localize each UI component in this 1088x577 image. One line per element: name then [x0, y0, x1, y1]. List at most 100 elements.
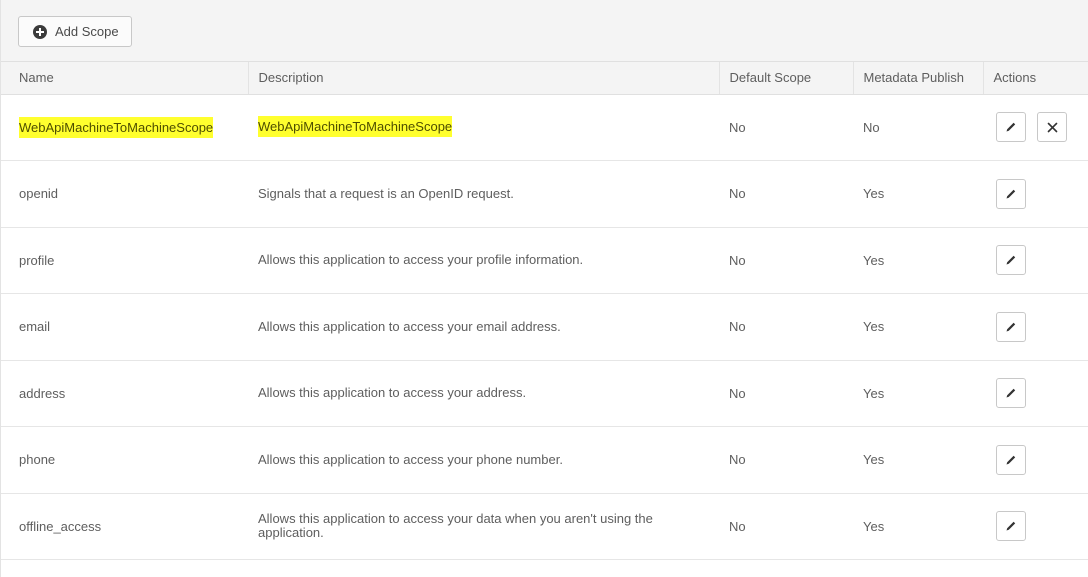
- default-scope-value-text: No: [729, 119, 746, 135]
- add-scope-label: Add Scope: [55, 24, 119, 39]
- pencil-icon: [1005, 520, 1017, 532]
- edit-scope-button[interactable]: [996, 511, 1026, 542]
- scope-description: Allows this application to access your d…: [248, 493, 719, 560]
- actions-group: [996, 311, 1088, 342]
- default-scope-value: No: [719, 160, 853, 228]
- metadata-publish-value-text: Yes: [863, 452, 885, 468]
- pencil-icon: [1005, 387, 1017, 399]
- plus-circle-icon: [33, 24, 47, 39]
- scope-name: address: [1, 360, 248, 427]
- metadata-publish-value: Yes: [853, 360, 983, 427]
- default-scope-value-text: No: [729, 186, 746, 202]
- default-scope-value: No: [719, 227, 853, 294]
- table-row: email Allows this application to access y…: [1, 293, 1088, 361]
- default-scope-value: No: [719, 293, 853, 361]
- column-header-actions: Actions: [983, 62, 1088, 95]
- scope-description: WebApiMachineToMachineScope: [248, 94, 719, 161]
- scope-description-text: Allows this application to access your e…: [258, 318, 561, 334]
- metadata-publish-value-text: Yes: [863, 186, 885, 202]
- scope-description-text: Allows this application to access your p…: [258, 252, 584, 268]
- metadata-publish-value: Yes: [853, 160, 983, 228]
- edit-scope-button[interactable]: [996, 311, 1026, 342]
- scope-name-text: phone: [19, 452, 56, 468]
- metadata-publish-value: Yes: [853, 293, 983, 361]
- actions-cell: [983, 227, 1088, 294]
- edit-scope-button[interactable]: [996, 245, 1026, 276]
- actions-group: [996, 444, 1088, 475]
- scope-description-text: Allows this application to access your a…: [258, 385, 527, 401]
- add-scope-button[interactable]: Add Scope: [18, 16, 132, 47]
- table-row: openid Signals that a request is an OpenI…: [1, 160, 1088, 228]
- default-scope-value: No: [719, 426, 853, 494]
- scope-name-text: openid: [19, 186, 59, 202]
- delete-scope-button[interactable]: [1037, 112, 1067, 143]
- metadata-publish-value: Yes: [853, 493, 983, 560]
- scopes-table: Name Description Default Scope Metadata …: [1, 62, 1088, 560]
- actions-group: [996, 378, 1088, 409]
- default-scope-value-text: No: [729, 252, 746, 268]
- table-row: profile Allows this application to access…: [1, 227, 1088, 294]
- scope-name-text: address: [19, 385, 66, 401]
- scope-description: Allows this application to access your p…: [248, 426, 719, 494]
- column-header-name[interactable]: Name: [1, 62, 249, 95]
- pencil-icon: [1005, 121, 1017, 133]
- pencil-icon: [1005, 188, 1017, 200]
- toolbar: Add Scope: [1, 0, 1088, 62]
- actions-group: [996, 178, 1088, 209]
- metadata-publish-value-text: Yes: [863, 385, 885, 401]
- actions-group: [996, 511, 1088, 542]
- edit-scope-button[interactable]: [996, 378, 1026, 409]
- scope-name: phone: [1, 426, 248, 494]
- default-scope-value: No: [719, 493, 853, 560]
- scope-description-text: Allows this application to access your p…: [258, 451, 563, 467]
- column-header-default-scope[interactable]: Default Scope: [719, 62, 854, 95]
- default-scope-value-text: No: [729, 385, 746, 401]
- actions-group: [996, 245, 1088, 276]
- metadata-publish-value: Yes: [853, 227, 983, 294]
- table-row: offline_access Allows this application to…: [1, 493, 1088, 560]
- close-icon: [1047, 122, 1058, 133]
- table-row: address Allows this application to access…: [1, 360, 1088, 427]
- default-scope-value: No: [719, 360, 853, 427]
- edit-scope-button[interactable]: [996, 444, 1026, 475]
- pencil-icon: [1005, 321, 1017, 333]
- scope-name: email: [1, 293, 248, 361]
- scope-description-text: Signals that a request is an OpenID requ…: [258, 185, 514, 201]
- scope-description: Allows this application to access your p…: [248, 227, 719, 294]
- scope-name: offline_access: [1, 493, 248, 560]
- scope-name: profile: [1, 227, 248, 294]
- default-scope-value-text: No: [729, 518, 746, 534]
- table-row: WebApiMachineToMachineScope WebApiMachine…: [1, 94, 1088, 161]
- actions-cell: [983, 493, 1088, 560]
- scope-description: Signals that a request is an OpenID requ…: [248, 160, 719, 228]
- metadata-publish-value-text: No: [863, 119, 880, 135]
- default-scope-value-text: No: [729, 452, 746, 468]
- actions-cell: [983, 360, 1088, 427]
- column-header-metadata-publish[interactable]: Metadata Publish: [853, 62, 984, 95]
- scopes-panel: Add Scope Name Description Default Scope…: [0, 0, 1088, 577]
- actions-cell: [983, 293, 1088, 361]
- scope-name-text: WebApiMachineToMachineScope: [19, 116, 214, 138]
- edit-scope-button[interactable]: [996, 178, 1026, 209]
- edit-scope-button[interactable]: [996, 112, 1026, 143]
- metadata-publish-value: No: [853, 94, 983, 161]
- pencil-icon: [1005, 454, 1017, 466]
- scope-name: openid: [1, 160, 248, 228]
- metadata-publish-value: Yes: [853, 426, 983, 494]
- table-row: phone Allows this application to access y…: [1, 426, 1088, 494]
- actions-cell: [983, 160, 1088, 228]
- scope-description-text: WebApiMachineToMachineScope: [258, 116, 453, 138]
- column-header-description[interactable]: Description: [248, 62, 720, 95]
- default-scope-value-text: No: [729, 319, 746, 335]
- actions-group: [996, 112, 1088, 143]
- scope-description-text: Allows this application to access your d…: [258, 511, 653, 541]
- scope-name-text: profile: [19, 252, 55, 268]
- scope-name-text: offline_access: [19, 518, 102, 534]
- pencil-icon: [1005, 254, 1017, 266]
- scope-name-text: email: [19, 319, 51, 335]
- scope-description: Allows this application to access your e…: [248, 293, 719, 361]
- scope-name: WebApiMachineToMachineScope: [1, 94, 248, 161]
- default-scope-value: No: [719, 94, 853, 161]
- actions-cell: [983, 426, 1088, 494]
- metadata-publish-value-text: Yes: [863, 518, 885, 534]
